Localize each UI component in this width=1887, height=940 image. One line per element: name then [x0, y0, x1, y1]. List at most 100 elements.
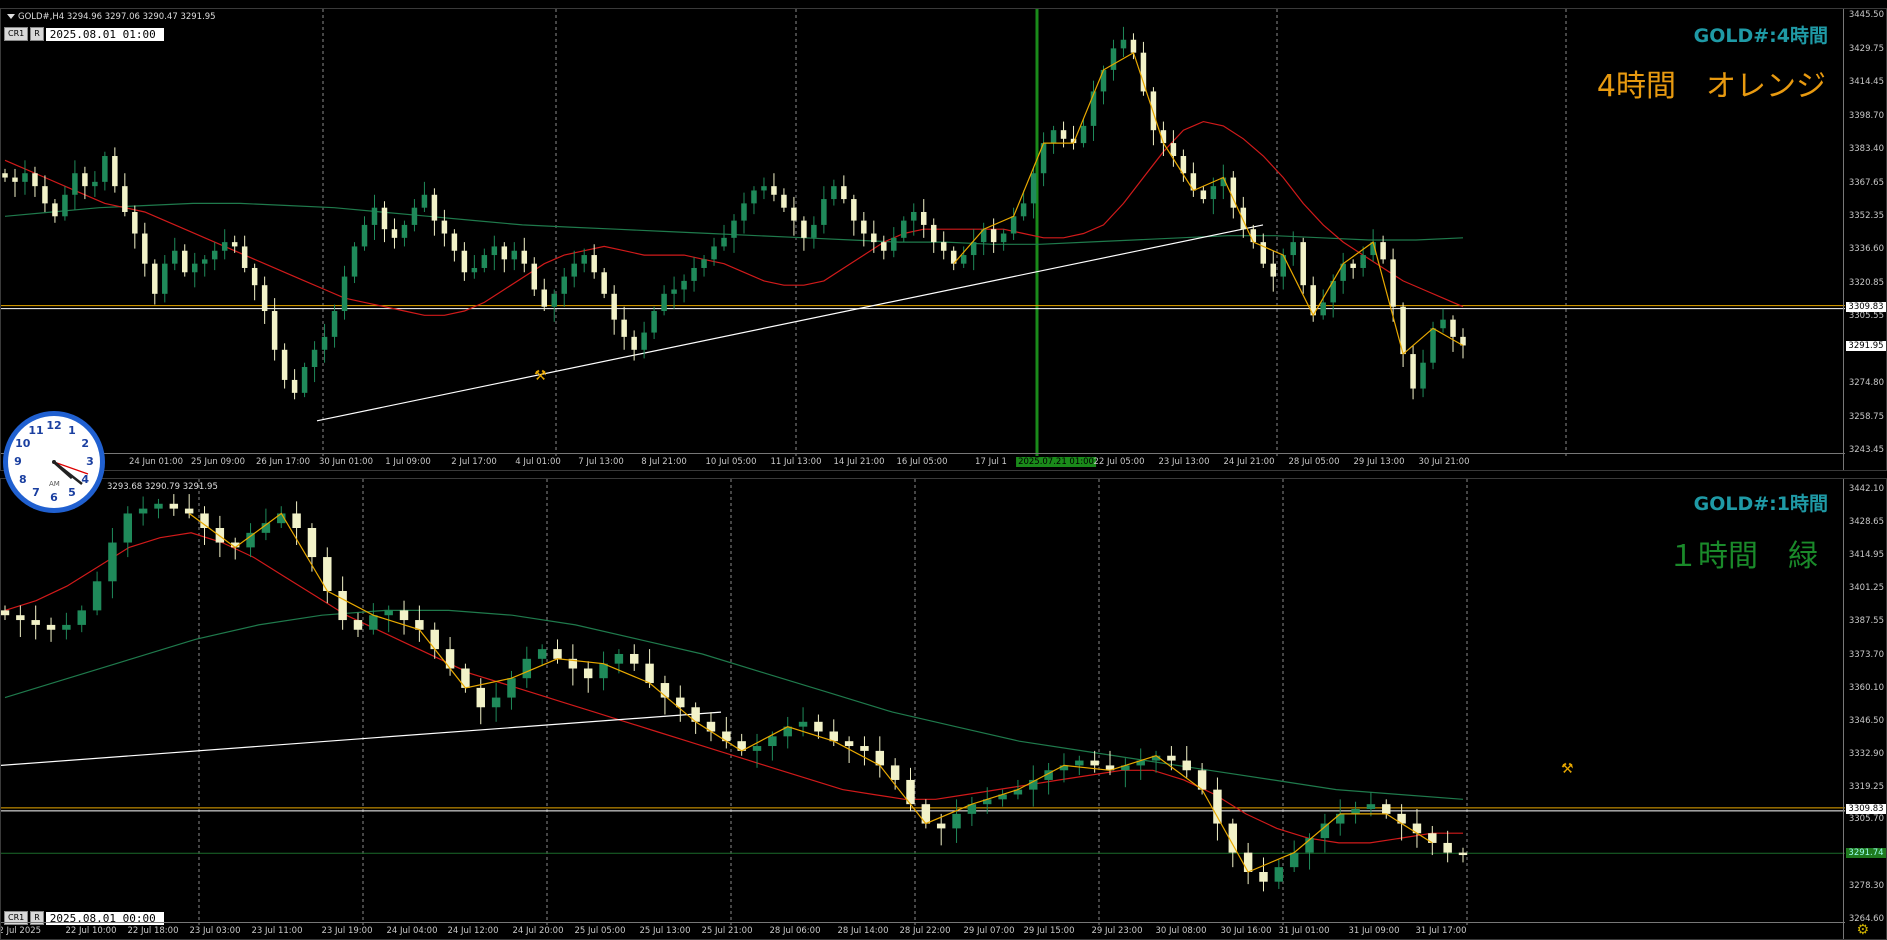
candle-body	[1430, 328, 1436, 363]
candle-body	[369, 615, 378, 630]
time-tick-label: 24 Jul 12:00	[447, 926, 499, 936]
candle-body	[1200, 190, 1207, 200]
candle-body	[1140, 52, 1147, 92]
candle-body	[431, 194, 438, 221]
candle-body	[169, 503, 179, 509]
candle-body	[162, 263, 168, 294]
candle-body	[321, 336, 328, 350]
candle-body	[1000, 233, 1007, 243]
time-tick-label: 25 Jul 21:00	[701, 926, 753, 936]
candle-body	[930, 224, 937, 243]
candle-body	[1443, 842, 1452, 853]
time-tick-label: 7 Jul 13:00	[578, 457, 624, 467]
candle-body	[1167, 755, 1176, 761]
candle-body	[22, 173, 28, 182]
candle-body	[831, 186, 837, 200]
h1-chart-window[interactable]: ⚒ 3293.68 3290.79 3291.95 CR1 R 2025.08.…	[0, 478, 1887, 940]
gavel-icon[interactable]: ⚒	[1561, 761, 1574, 777]
clock-ampm-label: AM	[49, 480, 60, 488]
price-tick-label: 3383.40	[1848, 143, 1884, 154]
time-tick-label: 28 Jul 14:00	[837, 926, 889, 936]
candle-body	[537, 649, 547, 659]
candle-body	[1170, 143, 1177, 157]
moving-average-slow	[4, 609, 1464, 800]
candle-body	[2, 173, 8, 178]
price-tick-label: 3274.80	[1848, 377, 1884, 388]
candle-body	[331, 311, 338, 337]
time-tick-label: 23 Jul 19:00	[321, 926, 373, 936]
date-field[interactable]: 2025.08.01 01:00	[45, 27, 164, 41]
h4-chart-window[interactable]: ⚒ GOLD#,H4 3294.96 3297.06 3290.47 3291.…	[0, 8, 1887, 471]
h1-price-plot[interactable]: ⚒	[1, 479, 1845, 925]
time-axis[interactable]: 0024 Jun 01:0025 Jun 09:0026 Jun 17:0030…	[1, 453, 1845, 470]
candle-body	[184, 508, 194, 514]
time-tick-label: 30 Jul 16:00	[1220, 926, 1272, 936]
expert-advisor-icon[interactable]: ⚙	[1856, 922, 1869, 938]
candle-body	[891, 237, 897, 251]
price-axis[interactable]: 3445.50 3429.75 3414.45 3398.70 3383.40 3367.…	[1843, 9, 1886, 470]
analog-clock: 12 12 3 45678 9 1011 AM	[3, 411, 105, 513]
candle-body	[1050, 130, 1057, 144]
dropdown-triangle-icon[interactable]	[7, 14, 15, 19]
candle-body	[583, 668, 593, 679]
candle-body	[381, 207, 388, 230]
time-tick-label: 24 Jul 04:00	[386, 926, 438, 936]
candle-body	[601, 272, 607, 294]
gavel-icon[interactable]: ⚒	[534, 368, 547, 384]
candle-body	[172, 250, 178, 264]
zigzag-line	[188, 512, 1433, 873]
candle-body	[731, 220, 737, 238]
candle-body	[1440, 319, 1446, 329]
time-tick-label: 31 Jul 09:00	[1348, 926, 1400, 936]
h4-price-plot[interactable]: ⚒	[1, 9, 1845, 456]
candle-body	[476, 687, 485, 708]
symbol-info-line: 3293.68 3290.79 3291.95	[107, 482, 218, 492]
candle-body	[614, 653, 624, 664]
time-tick-label: 22 Jul 2025	[1, 926, 42, 936]
candle-body	[441, 220, 448, 234]
price-tick-label: 3401.25	[1848, 582, 1884, 593]
price-tick-label: 3428.65	[1848, 516, 1884, 527]
time-tick-label: 30 Jul 21:00	[1418, 457, 1470, 467]
clock-number: 12	[46, 419, 61, 432]
time-tick-label: 24 Jul 21:00	[1223, 457, 1275, 467]
clock-number: 7	[32, 486, 40, 499]
price-tick-label: 3414.95	[1848, 549, 1884, 560]
time-tick-label: 17 Jul 1	[975, 457, 1007, 467]
time-tick-label: 29 Jul 07:00	[963, 926, 1015, 936]
time-tick-label: 23 Jul 11:00	[251, 926, 303, 936]
candle-body	[761, 186, 767, 191]
cr1-button[interactable]: CR1	[4, 27, 29, 41]
candle-body	[911, 211, 917, 221]
moving-average-fast	[4, 532, 1463, 844]
candle-body	[461, 250, 468, 273]
candle-body	[1060, 130, 1067, 139]
candle-body	[31, 620, 40, 625]
candle-body	[691, 267, 697, 281]
price-tag: 3309.83	[1846, 804, 1886, 815]
candle-body	[215, 528, 225, 543]
price-axis[interactable]: 3442.10 3428.65 3414.95 3401.25 3387.55 3373.…	[1843, 479, 1886, 939]
candle-body	[1380, 242, 1386, 260]
candle-body	[1259, 872, 1268, 882]
candle-body	[491, 697, 501, 708]
candle-body	[451, 233, 458, 251]
candle-body	[77, 610, 86, 625]
candle-body	[1150, 91, 1157, 131]
candle-body	[82, 173, 88, 187]
time-axis[interactable]: 22 Jul 2025 22 Jul 10:00 22 Jul 18:00 23 Ju…	[1, 922, 1845, 939]
candle-body	[1213, 789, 1222, 824]
time-tick-label: 11 Jul 13:00	[770, 457, 822, 467]
candle-body	[851, 199, 857, 221]
r-button[interactable]: R	[30, 27, 44, 41]
candle-body	[1320, 302, 1326, 316]
candle-body	[32, 173, 38, 187]
candle-body	[112, 156, 118, 187]
candle-body	[122, 186, 128, 212]
price-tag: 3291.74	[1846, 848, 1886, 859]
candle-body	[1289, 852, 1299, 868]
candle-body	[261, 285, 268, 312]
candle-body	[952, 813, 961, 829]
candle-body	[123, 513, 132, 543]
time-tick-label: 29 Jul 13:00	[1353, 457, 1405, 467]
